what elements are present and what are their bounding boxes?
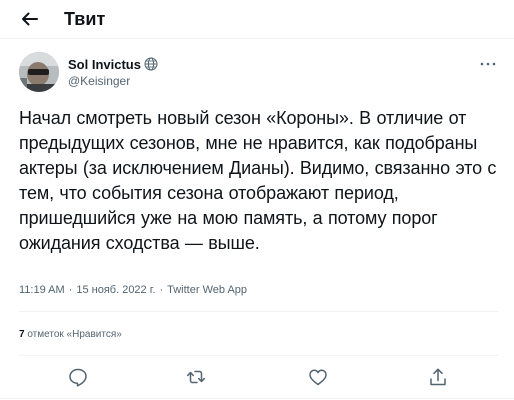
- divider: [0, 398, 514, 399]
- share-button[interactable]: [427, 366, 449, 388]
- likes-count: 7: [19, 329, 25, 340]
- author-name[interactable]: Sol Invictus: [68, 57, 141, 72]
- header-divider: [0, 38, 514, 39]
- likes-link[interactable]: 7 отметок «Нравится»: [19, 329, 122, 341]
- tweet-time[interactable]: 11:19 AM: [19, 284, 65, 296]
- tweet-date[interactable]: 15 нояб. 2022 г.: [76, 284, 155, 296]
- like-button[interactable]: [307, 366, 329, 388]
- tweet-client[interactable]: Twitter Web App: [167, 284, 247, 296]
- author-handle[interactable]: @Keisinger: [68, 74, 130, 88]
- globe-icon: [144, 57, 158, 71]
- divider: [19, 311, 499, 312]
- share-icon: [430, 368, 446, 386]
- avatar[interactable]: [19, 52, 59, 92]
- arrow-left-icon: [22, 12, 38, 26]
- tweet-meta: 11:19 AM · 15 нояб. 2022 г. · Twitter Web Ap…: [19, 283, 247, 297]
- page-title: Твит: [64, 9, 106, 29]
- reply-icon: [69, 368, 87, 387]
- retweet-button[interactable]: [185, 366, 207, 388]
- likes-label: отметок «Нравится»: [27, 329, 122, 340]
- tweet-text: Начал смотреть новый сезон «Короны». В о…: [19, 108, 497, 253]
- meta-separator: ·: [159, 284, 164, 296]
- avatar-image: [19, 52, 59, 92]
- heart-icon: [309, 369, 327, 386]
- retweet-icon: [186, 370, 206, 384]
- more-button[interactable]: [478, 57, 498, 71]
- more-dots-icon: [480, 62, 496, 66]
- back-button[interactable]: [18, 7, 42, 31]
- divider: [19, 355, 499, 356]
- reply-button[interactable]: [67, 366, 89, 388]
- tweet-header: Твит: [0, 0, 514, 38]
- meta-separator: ·: [68, 284, 73, 296]
